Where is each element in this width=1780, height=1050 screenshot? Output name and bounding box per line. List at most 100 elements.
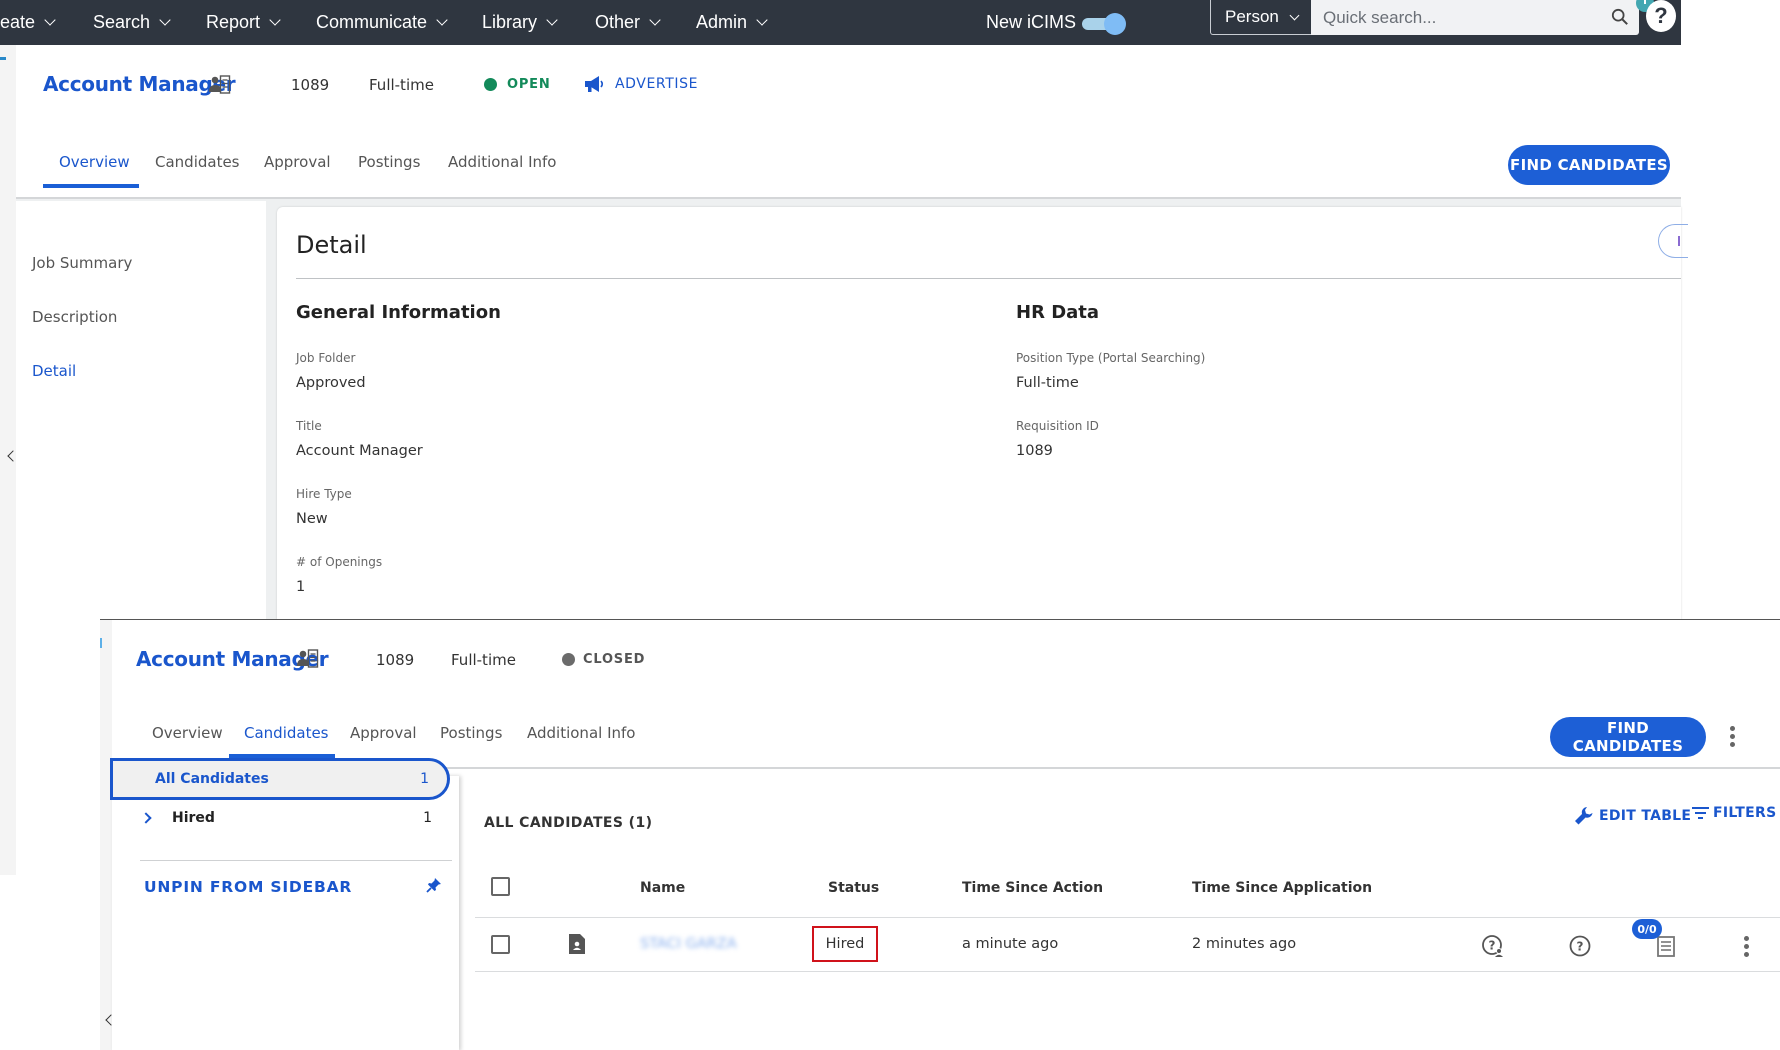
nav-menu-other[interactable]: Other: [595, 0, 661, 45]
column-header-time-since-application[interactable]: Time Since Application: [1192, 880, 1372, 896]
nav-menu-admin[interactable]: Admin: [696, 0, 768, 45]
bin-hired[interactable]: Hired 1: [112, 802, 452, 836]
time-since-application: 2 minutes ago: [1192, 936, 1297, 952]
tab-overview[interactable]: Overview: [59, 153, 130, 171]
bin-label: Hired: [172, 810, 215, 826]
megaphone-icon: [585, 76, 604, 92]
edit-table-button[interactable]: EDIT TABLE: [1573, 805, 1691, 827]
nav-menu-report[interactable]: Report: [206, 0, 281, 45]
strip-marker: [100, 638, 102, 648]
unpin-from-sidebar-link[interactable]: UNPIN FROM SIDEBAR: [144, 878, 352, 896]
candidates-list-heading: ALL CANDIDATES (1): [484, 815, 653, 831]
chevron-right-icon[interactable]: [140, 812, 152, 824]
filters-label: FILTERS: [1713, 805, 1777, 821]
bin-label: All Candidates: [155, 771, 269, 787]
checklist-count-badge: 0/0: [1632, 919, 1662, 939]
nav-menu-label: Other: [595, 12, 641, 32]
nav-menu-communicate[interactable]: Communicate: [316, 0, 448, 45]
new-icims-label: New iCIMS: [986, 12, 1077, 32]
tab-candidates[interactable]: Candidates: [244, 724, 329, 742]
tab-additional-info[interactable]: Additional Info: [527, 724, 635, 742]
tab-postings[interactable]: Postings: [358, 153, 420, 171]
candidate-bins-sidebar: All Candidates 1 Hired 1 UNPIN FROM SIDE…: [110, 758, 459, 1050]
tab-approval[interactable]: Approval: [264, 153, 331, 171]
field-value-position-type: Full-time: [1016, 375, 1079, 391]
chevron-down-icon: [649, 14, 661, 26]
filter-icon: [1692, 807, 1709, 819]
field-value-title: Account Manager: [296, 443, 423, 459]
search-type-select[interactable]: Person: [1210, 0, 1312, 35]
detail-title: Detail: [296, 231, 367, 259]
side-nav-detail[interactable]: Detail: [32, 362, 76, 380]
candidate-name-link[interactable]: STACI GARZA: [640, 936, 737, 952]
active-tab-indicator: [43, 184, 139, 188]
field-label-openings: # of Openings: [296, 555, 383, 569]
find-candidates-button[interactable]: FIND CANDIDATES: [1508, 145, 1670, 185]
tab-candidates[interactable]: Candidates: [155, 153, 240, 171]
edit-table-label: EDIT TABLE: [1599, 808, 1692, 824]
chevron-down-icon: [756, 14, 768, 26]
candidate-profile-icon[interactable]: [568, 933, 586, 955]
candidate-status-highlighted: Hired: [812, 926, 878, 962]
questionnaire-person-icon[interactable]: ?: [1481, 934, 1505, 958]
select-all-checkbox[interactable]: [491, 877, 510, 896]
nav-menu-search[interactable]: Search: [93, 0, 171, 45]
help-button[interactable]: ?: [1646, 0, 1676, 32]
advertise-button[interactable]: ADVERTISE: [584, 75, 698, 93]
advertise-label: ADVERTISE: [615, 76, 699, 92]
help-circle-icon[interactable]: ?: [1568, 934, 1592, 958]
row-more-options-icon[interactable]: [1743, 936, 1749, 958]
column-header-status[interactable]: Status: [828, 880, 879, 896]
section-side-nav: Job Summary Description Detail: [16, 201, 266, 620]
quick-search-input[interactable]: [1311, 7, 1591, 28]
field-value-job-folder: Approved: [296, 375, 366, 391]
more-options-icon[interactable]: [1729, 726, 1735, 748]
side-nav-description[interactable]: Description: [32, 308, 117, 326]
bin-all-candidates[interactable]: All Candidates 1: [110, 758, 450, 800]
nav-menu-label: Communicate: [316, 12, 428, 32]
status-dot-closed: [562, 653, 575, 666]
bin-count: 1: [423, 810, 432, 826]
job-profile-icon[interactable]: [209, 75, 231, 95]
tab-overview[interactable]: Overview: [152, 724, 223, 742]
chevron-down-icon: [44, 14, 56, 26]
nav-menu-create[interactable]: eate: [0, 0, 56, 45]
chevron-down-icon: [436, 14, 448, 26]
new-icims-toggle-group: New iCIMS: [986, 0, 1127, 45]
job-title[interactable]: Account Manager: [43, 72, 236, 96]
search-type-value: Person: [1225, 7, 1279, 26]
time-since-action: a minute ago: [962, 936, 1059, 952]
field-value-hire-type: New: [296, 511, 328, 527]
nav-menu-label: eate: [0, 12, 36, 32]
filters-button[interactable]: FILTERS: [1692, 805, 1776, 821]
field-value-openings: 1: [296, 579, 306, 595]
field-label-requisition-id: Requisition ID: [1016, 419, 1099, 433]
chevron-down-icon: [1289, 10, 1300, 20]
wrench-icon: [1575, 807, 1593, 825]
detail-divider: [296, 278, 1681, 279]
svg-text:?: ?: [1577, 940, 1584, 954]
tab-approval[interactable]: Approval: [350, 724, 417, 742]
chevron-down-icon: [159, 14, 171, 26]
bin-count: 1: [420, 771, 429, 787]
job-type: Full-time: [451, 651, 516, 669]
tab-postings[interactable]: Postings: [440, 724, 502, 742]
row-checkbox[interactable]: [491, 935, 510, 954]
find-candidates-button[interactable]: FIND CANDIDATES: [1550, 717, 1706, 757]
side-nav-job-summary[interactable]: Job Summary: [32, 254, 132, 272]
status-dot-open: [484, 78, 497, 91]
search-icon[interactable]: [1611, 8, 1629, 26]
column-header-name[interactable]: Name: [640, 880, 685, 896]
edit-detail-button[interactable]: [1658, 224, 1688, 258]
nav-menu-library[interactable]: Library: [482, 0, 558, 45]
chevron-down-icon: [546, 14, 558, 26]
new-icims-toggle[interactable]: [1082, 12, 1127, 35]
toggle-knob: [1104, 12, 1127, 35]
help-icon: ?: [1654, 3, 1668, 28]
checklist-icon[interactable]: [1655, 934, 1679, 958]
job-profile-icon[interactable]: [297, 649, 319, 669]
column-header-time-since-action[interactable]: Time Since Action: [962, 880, 1103, 896]
pin-icon[interactable]: [426, 877, 442, 893]
field-label-title: Title: [296, 419, 322, 433]
tab-additional-info[interactable]: Additional Info: [448, 153, 556, 171]
